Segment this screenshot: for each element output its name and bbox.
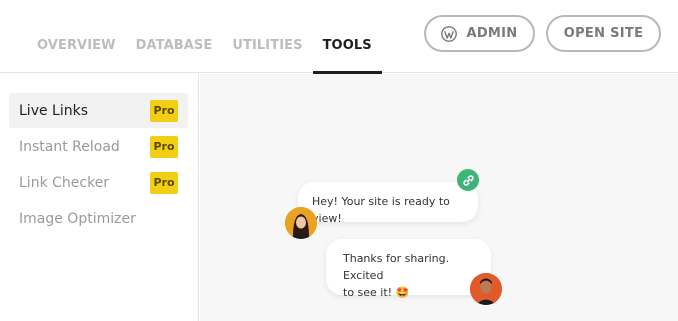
sidebar-item-link-checker[interactable]: Link Checker Pro [9, 165, 188, 200]
wordpress-icon [441, 25, 458, 42]
sidebar-item-image-optimizer[interactable]: Image Optimizer [9, 201, 188, 236]
live-links-preview: Hey! Your site is ready to view! Thanks … [200, 74, 678, 321]
link-icon [457, 169, 479, 191]
tab-bar: OVERVIEW DATABASE UTILITIES TOOLS [27, 0, 382, 74]
open-site-button[interactable]: OPEN SITE [546, 15, 661, 52]
tab-overview[interactable]: OVERVIEW [27, 0, 126, 73]
tab-database[interactable]: DATABASE [126, 0, 223, 73]
tab-tools[interactable]: TOOLS [312, 0, 382, 74]
admin-button[interactable]: ADMIN [424, 15, 535, 52]
tools-sidebar: Live Links Pro Instant Reload Pro Link C… [0, 74, 199, 321]
pro-badge: Pro [150, 171, 178, 194]
tab-utilities[interactable]: UTILITIES [222, 0, 312, 73]
avatar [285, 207, 317, 239]
sidebar-item-label: Image Optimizer [19, 210, 136, 227]
pro-badge: Pro [150, 135, 178, 158]
top-header: OVERVIEW DATABASE UTILITIES TOOLS ADMIN … [0, 0, 678, 74]
chat-bubble-reply: Thanks for sharing. Excited to see it! 🤩 [326, 239, 491, 299]
sidebar-item-live-links[interactable]: Live Links Pro [9, 93, 188, 128]
pro-badge: Pro [150, 99, 178, 122]
sidebar-item-label: Instant Reload [19, 138, 120, 155]
admin-button-label: ADMIN [466, 26, 518, 41]
chat-message-line: to see it! 🤩 [343, 286, 410, 299]
sidebar-item-instant-reload[interactable]: Instant Reload Pro [9, 129, 188, 164]
chat-bubble-sender: Hey! Your site is ready to view! [298, 182, 478, 225]
avatar [470, 273, 502, 305]
sidebar-item-label: Live Links [19, 102, 89, 119]
chat-message: Hey! Your site is ready to view! [312, 195, 450, 225]
chat-message-line: Thanks for sharing. Excited [343, 252, 450, 282]
open-site-button-label: OPEN SITE [563, 26, 644, 41]
sidebar-item-label: Link Checker [19, 174, 110, 191]
